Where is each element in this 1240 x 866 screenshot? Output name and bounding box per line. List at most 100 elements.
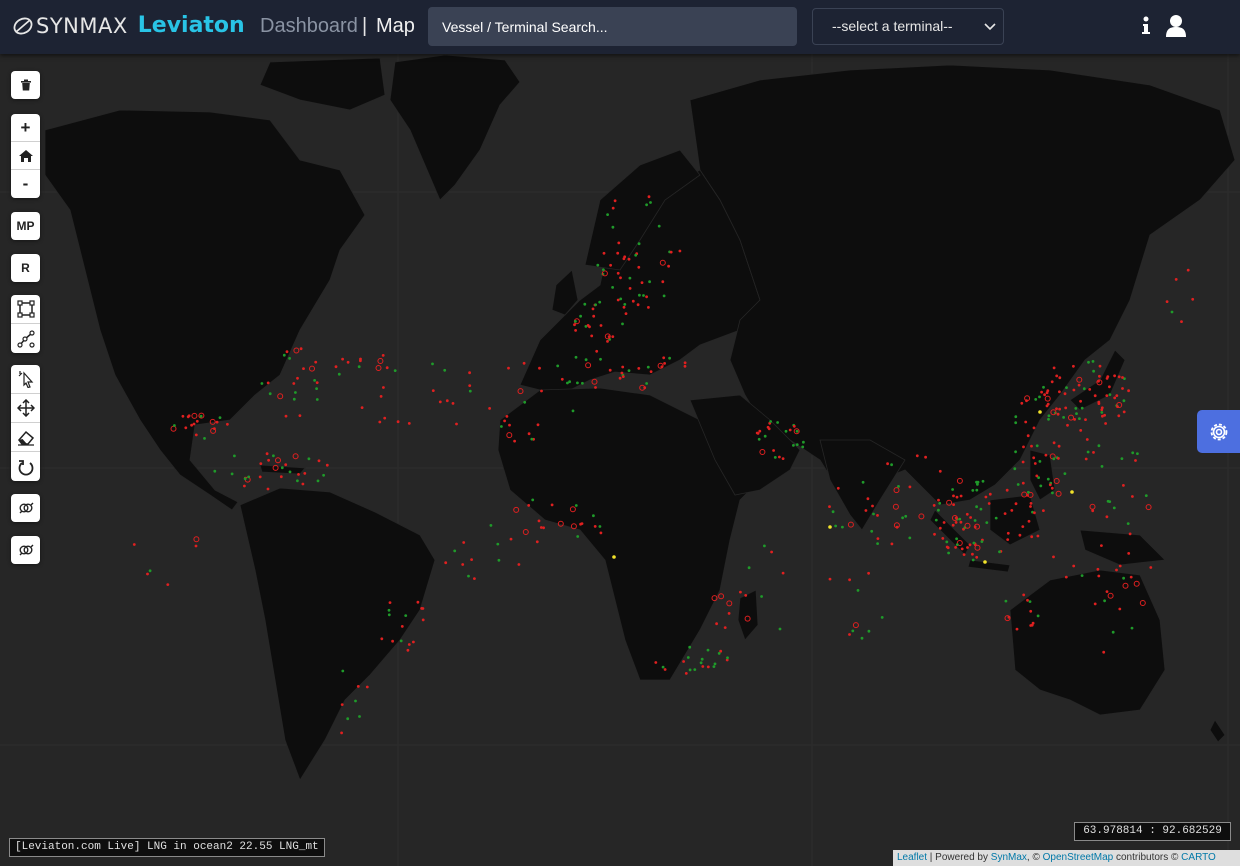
vessel-marker[interactable] — [866, 497, 870, 501]
vessel-marker[interactable] — [340, 703, 344, 706]
vessel-marker[interactable] — [841, 525, 844, 529]
vessel-marker[interactable] — [1092, 369, 1095, 373]
vessel-marker[interactable] — [1112, 506, 1116, 510]
vessel-marker[interactable] — [539, 526, 543, 529]
vessel-marker[interactable] — [473, 577, 476, 580]
vessel-marker[interactable] — [267, 458, 270, 462]
vessel-marker[interactable] — [595, 349, 599, 353]
vessel-marker[interactable] — [649, 370, 653, 373]
vessel-marker[interactable] — [1050, 486, 1054, 490]
vessel-marker[interactable] — [623, 303, 627, 306]
vessel-marker[interactable] — [388, 601, 392, 604]
vessel-marker[interactable] — [1046, 389, 1050, 393]
vessel-marker[interactable] — [683, 364, 687, 368]
vessel-marker[interactable] — [1115, 394, 1119, 397]
vessel-marker[interactable] — [663, 668, 667, 671]
vessel-marker[interactable] — [560, 377, 564, 381]
vessel-marker[interactable] — [1065, 386, 1068, 389]
vessel-marker[interactable] — [684, 672, 688, 675]
zoom-in-button[interactable]: + — [11, 114, 40, 142]
vessel-marker[interactable] — [778, 455, 781, 459]
vessel-marker[interactable] — [1072, 564, 1076, 568]
vessel-marker[interactable] — [1020, 401, 1024, 405]
vessel-marker[interactable] — [1026, 434, 1030, 438]
vessel-marker[interactable] — [618, 376, 622, 380]
vessel-marker[interactable] — [421, 618, 425, 622]
vessel-marker[interactable] — [1014, 450, 1017, 454]
vessel-marker[interactable] — [760, 595, 763, 598]
vessel-marker[interactable] — [574, 320, 577, 323]
vessel-marker[interactable] — [1048, 483, 1052, 487]
vessel-marker[interactable] — [627, 369, 631, 372]
vessel-marker[interactable] — [381, 354, 385, 357]
vessel-marker[interactable] — [1058, 407, 1061, 411]
vessel-marker[interactable] — [890, 542, 894, 546]
vessel-marker[interactable] — [400, 625, 404, 628]
vessel-marker[interactable] — [1064, 575, 1068, 579]
vessel-marker[interactable] — [1080, 574, 1084, 577]
vessel-marker[interactable] — [886, 462, 889, 466]
vessel-marker[interactable] — [1010, 509, 1014, 512]
vessel-marker[interactable] — [980, 540, 984, 543]
vessel-marker[interactable] — [706, 648, 710, 652]
vessel-marker[interactable] — [396, 420, 400, 424]
vessel-marker[interactable] — [856, 589, 860, 592]
vessel-marker[interactable] — [579, 522, 582, 526]
vessel-marker[interactable] — [272, 454, 275, 458]
vessel-marker[interactable] — [627, 257, 631, 261]
vessel-marker[interactable] — [871, 504, 874, 508]
vessel-marker[interactable] — [966, 546, 969, 549]
vessel-marker[interactable] — [299, 347, 303, 351]
vessel-marker[interactable] — [233, 454, 236, 458]
vessel-marker[interactable] — [937, 508, 940, 512]
vessel-marker[interactable] — [1027, 519, 1031, 523]
vessel-marker[interactable] — [444, 561, 448, 565]
vessel-marker[interactable] — [1038, 460, 1042, 463]
vessel-marker[interactable] — [611, 225, 615, 229]
mp-button[interactable]: MP — [11, 212, 40, 240]
vessel-marker[interactable] — [682, 660, 685, 663]
vessel-marker[interactable] — [407, 643, 411, 646]
vessel-marker[interactable] — [213, 427, 216, 430]
vessel-marker[interactable] — [1122, 484, 1125, 487]
vessel-marker[interactable] — [1097, 574, 1101, 578]
vessel-marker[interactable] — [218, 416, 222, 419]
vessel-marker[interactable] — [1006, 531, 1010, 535]
vessel-marker[interactable] — [678, 249, 682, 253]
vessel-marker[interactable] — [382, 386, 385, 389]
vessel-marker[interactable] — [1016, 483, 1020, 486]
vessel-marker[interactable] — [468, 371, 471, 375]
vessel-marker[interactable] — [576, 535, 580, 538]
vessel-marker[interactable] — [531, 498, 535, 502]
vessel-terminal-search-input[interactable] — [428, 7, 797, 46]
vessel-marker[interactable] — [1024, 420, 1028, 424]
vessel-marker[interactable] — [1103, 413, 1106, 417]
vessel-marker[interactable] — [1096, 567, 1100, 571]
vessel-marker[interactable] — [1130, 626, 1134, 630]
vessel-marker[interactable] — [619, 276, 622, 280]
vessel-marker[interactable] — [954, 546, 957, 549]
vessel-marker[interactable] — [1004, 599, 1008, 603]
vessel-marker[interactable] — [1072, 364, 1075, 368]
vessel-marker[interactable] — [586, 324, 590, 327]
vessel-marker[interactable] — [341, 357, 344, 361]
vessel-marker[interactable] — [1036, 534, 1040, 538]
vessel-marker[interactable] — [378, 420, 382, 424]
vessel-marker[interactable] — [470, 558, 473, 561]
vessel-marker[interactable] — [1029, 502, 1033, 505]
vessel-marker[interactable] — [1128, 532, 1132, 536]
vessel-marker[interactable] — [387, 613, 391, 617]
vessel-marker[interactable] — [1050, 380, 1054, 384]
vessel-marker[interactable] — [637, 265, 641, 269]
vessel-marker[interactable] — [1100, 411, 1104, 414]
vessel-marker[interactable] — [890, 463, 893, 467]
vessel-marker[interactable] — [357, 365, 361, 369]
vessel-marker[interactable] — [1014, 415, 1018, 419]
vessel-marker[interactable] — [346, 360, 350, 364]
vessel-marker[interactable] — [288, 470, 292, 474]
vessel-marker[interactable] — [631, 299, 635, 303]
vessel-marker[interactable] — [1006, 538, 1010, 541]
vessel-marker[interactable] — [647, 195, 651, 199]
vessel-marker[interactable] — [876, 514, 879, 517]
vessel-marker[interactable] — [1108, 393, 1112, 396]
